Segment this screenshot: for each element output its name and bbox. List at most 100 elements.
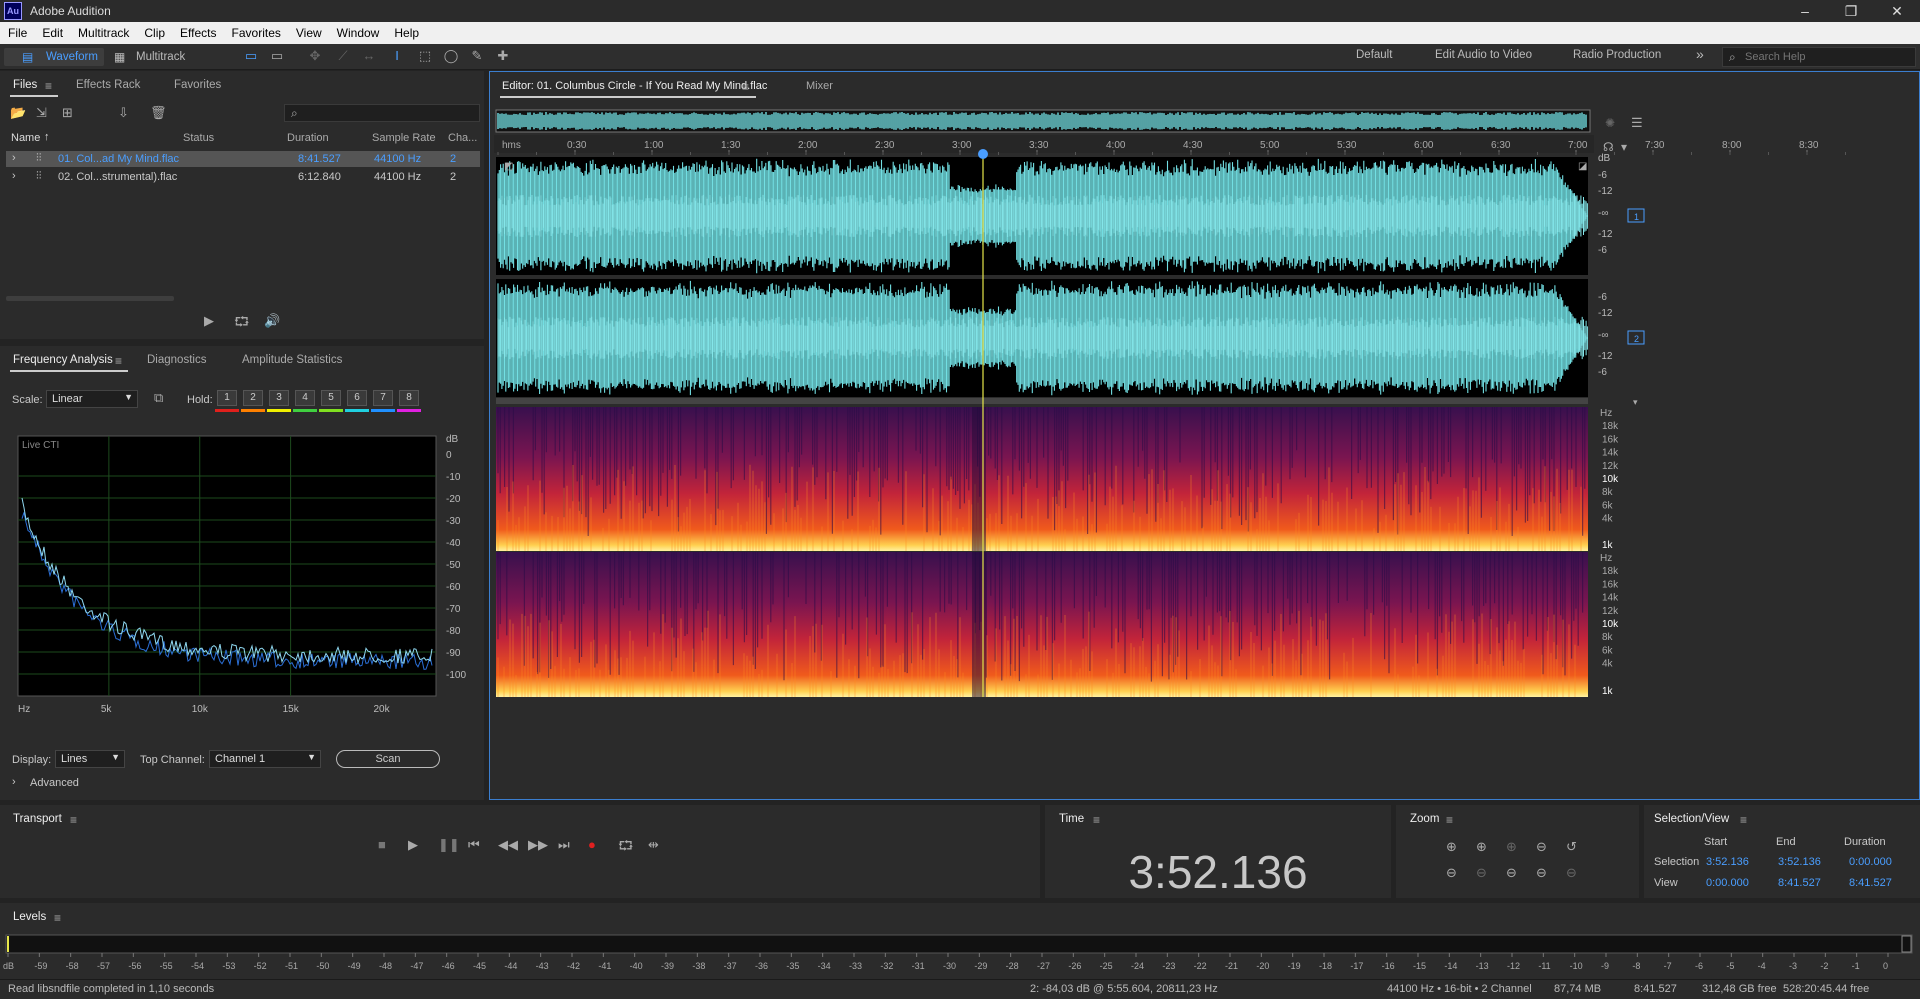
- tab-files[interactable]: Files: [13, 79, 37, 91]
- column-status[interactable]: Status: [183, 132, 214, 144]
- tab-effects-rack[interactable]: Effects Rack: [76, 79, 140, 91]
- zoom-to-fit-icon[interactable]: ⊖: [1566, 865, 1577, 881]
- advanced-expand-icon[interactable]: ›: [12, 776, 16, 788]
- advanced-label[interactable]: Advanced: [30, 777, 79, 789]
- hold-button-1[interactable]: 1: [217, 390, 237, 406]
- zoom-to-selection-right-icon[interactable]: ⊖: [1536, 865, 1547, 881]
- search-help-box[interactable]: ⌕: [1722, 47, 1916, 67]
- delete-file-icon[interactable]: 🗑: [150, 105, 167, 121]
- workspace-radio-production[interactable]: Radio Production: [1573, 49, 1661, 61]
- tab-editor[interactable]: Editor: 01. Columbus Circle - If You Rea…: [502, 80, 767, 92]
- menu-edit[interactable]: Edit: [34, 22, 70, 40]
- loop-preview-icon[interactable]: ⮔: [234, 313, 249, 335]
- selection-duration[interactable]: 0:00.000: [1849, 856, 1892, 868]
- expand-icon[interactable]: ›: [12, 170, 16, 182]
- time-menu-icon[interactable]: ≡: [1093, 813, 1100, 827]
- menu-file[interactable]: File: [0, 22, 34, 40]
- razor-tool-icon[interactable]: ⟋: [334, 48, 352, 64]
- record-icon[interactable]: ●: [588, 837, 596, 852]
- skip-selection-icon[interactable]: ⇹: [648, 837, 659, 853]
- menu-multitrack[interactable]: Multitrack: [70, 22, 136, 40]
- zoom-out-amplitude-icon[interactable]: ⊖: [1446, 865, 1457, 881]
- open-file-icon[interactable]: 📂: [10, 105, 26, 121]
- zoom-selection-icon[interactable]: ⊕: [1506, 839, 1517, 855]
- lasso-tool-icon[interactable]: ◯: [442, 48, 460, 64]
- column-sample-rate[interactable]: Sample Rate: [372, 132, 436, 144]
- display-select[interactable]: Lines ▼: [55, 750, 125, 768]
- fast-forward-icon[interactable]: ▶▶: [528, 837, 548, 853]
- new-file-icon[interactable]: ⊞: [62, 105, 73, 121]
- minimize-icon[interactable]: –: [1782, 0, 1828, 22]
- hold-button-8[interactable]: 8: [399, 390, 419, 406]
- levels-menu-icon[interactable]: ≡: [54, 911, 61, 925]
- spot-healing-tool-icon[interactable]: ✚: [494, 48, 512, 64]
- play-preview-icon[interactable]: ▶: [204, 313, 214, 329]
- menu-view[interactable]: View: [288, 22, 329, 40]
- spectral-display-icon[interactable]: ▭: [268, 48, 286, 64]
- zoom-to-selection-left-icon[interactable]: ⊖: [1506, 865, 1517, 881]
- marquee-tool-icon[interactable]: ⬚: [416, 48, 434, 64]
- close-icon[interactable]: ✕: [1874, 0, 1920, 22]
- zoom-out-time-icon[interactable]: ⊖: [1476, 865, 1487, 881]
- search-input[interactable]: [1745, 49, 1911, 65]
- column-name[interactable]: Name: [11, 132, 40, 144]
- table-row[interactable]: › ⫶⫶ 01. Col...ad My Mind.flac 8:41.527 …: [6, 151, 480, 167]
- workspace-more[interactable]: »: [1696, 46, 1704, 62]
- loop-playback-icon[interactable]: ⮔: [618, 837, 633, 859]
- hold-button-4[interactable]: 4: [295, 390, 315, 406]
- import-file-icon[interactable]: ⇲: [36, 105, 47, 121]
- transport-menu-icon[interactable]: ≡: [70, 813, 77, 827]
- slip-tool-icon[interactable]: ↔: [360, 48, 378, 63]
- pause-icon[interactable]: ❚❚: [438, 837, 460, 853]
- view-end[interactable]: 8:41.527: [1778, 877, 1821, 889]
- files-search-input[interactable]: ⌕: [284, 104, 480, 122]
- brush-tool-icon[interactable]: ✎: [468, 48, 486, 64]
- auto-play-icon[interactable]: 🔊: [264, 313, 280, 329]
- maximize-icon[interactable]: ❐: [1828, 0, 1874, 22]
- scale-select[interactable]: Linear ▼: [46, 390, 138, 408]
- column-duration[interactable]: Duration: [287, 132, 329, 144]
- editor-menu-icon[interactable]: ≡: [742, 80, 749, 94]
- menu-help[interactable]: Help: [386, 22, 426, 40]
- tab-diagnostics[interactable]: Diagnostics: [147, 354, 206, 366]
- menu-favorites[interactable]: Favorites: [224, 22, 288, 40]
- table-row[interactable]: › ⫶⫶ 02. Col...strumental).flac 6:12.840…: [6, 169, 480, 185]
- rewind-icon[interactable]: ◀◀: [498, 837, 518, 853]
- freq-menu-icon[interactable]: ≡: [115, 354, 122, 368]
- workspace-default[interactable]: Default: [1356, 49, 1392, 61]
- column-channels[interactable]: Cha...: [448, 132, 477, 144]
- waveform-view-button[interactable]: ▤ Waveform: [4, 48, 104, 66]
- view-duration[interactable]: 8:41.527: [1849, 877, 1892, 889]
- hold-button-2[interactable]: 2: [243, 390, 263, 406]
- selection-end[interactable]: 3:52.136: [1778, 856, 1821, 868]
- files-menu-icon[interactable]: ≡: [45, 79, 52, 93]
- stop-icon[interactable]: ■: [378, 837, 386, 852]
- tab-favorites[interactable]: Favorites: [174, 79, 221, 91]
- move-to-previous-icon[interactable]: ⏮: [468, 837, 480, 853]
- tab-mixer[interactable]: Mixer: [806, 80, 833, 92]
- hold-button-5[interactable]: 5: [321, 390, 341, 406]
- workspace-edit-audio-to-video[interactable]: Edit Audio to Video: [1435, 49, 1532, 61]
- zoom-out-full-icon[interactable]: ⊖: [1536, 839, 1547, 855]
- menu-clip[interactable]: Clip: [136, 22, 172, 40]
- selection-view-menu-icon[interactable]: ≡: [1740, 813, 1747, 827]
- hold-button-7[interactable]: 7: [373, 390, 393, 406]
- top-channel-select[interactable]: Channel 1 ▼: [209, 750, 321, 768]
- zoom-in-time-icon[interactable]: ⊕: [1476, 839, 1487, 855]
- menu-effects[interactable]: Effects: [172, 22, 223, 40]
- play-icon[interactable]: ▶: [408, 837, 418, 853]
- move-to-next-icon[interactable]: ⏭: [558, 837, 570, 853]
- waveform-display-icon[interactable]: ▭: [242, 48, 260, 64]
- selection-start[interactable]: 3:52.136: [1706, 856, 1749, 868]
- tab-amplitude-statistics[interactable]: Amplitude Statistics: [242, 354, 342, 366]
- time-selection-tool-icon[interactable]: I: [388, 48, 406, 63]
- tab-frequency-analysis[interactable]: Frequency Analysis: [13, 354, 113, 366]
- zoom-menu-icon[interactable]: ≡: [1446, 813, 1453, 827]
- files-horizontal-scrollbar[interactable]: [6, 296, 174, 301]
- move-tool-icon[interactable]: ✥: [306, 48, 324, 64]
- scan-button[interactable]: Scan: [336, 750, 440, 768]
- menu-window[interactable]: Window: [329, 22, 387, 40]
- hold-button-6[interactable]: 6: [347, 390, 367, 406]
- zoom-in-amplitude-icon[interactable]: ⊕: [1446, 839, 1457, 855]
- waveform-editor[interactable]: ✺ ☰ hms 0:30 1:00 1:30 2:00 2:30 3:00 3:30 4:00 4:3…: [490, 100, 1919, 800]
